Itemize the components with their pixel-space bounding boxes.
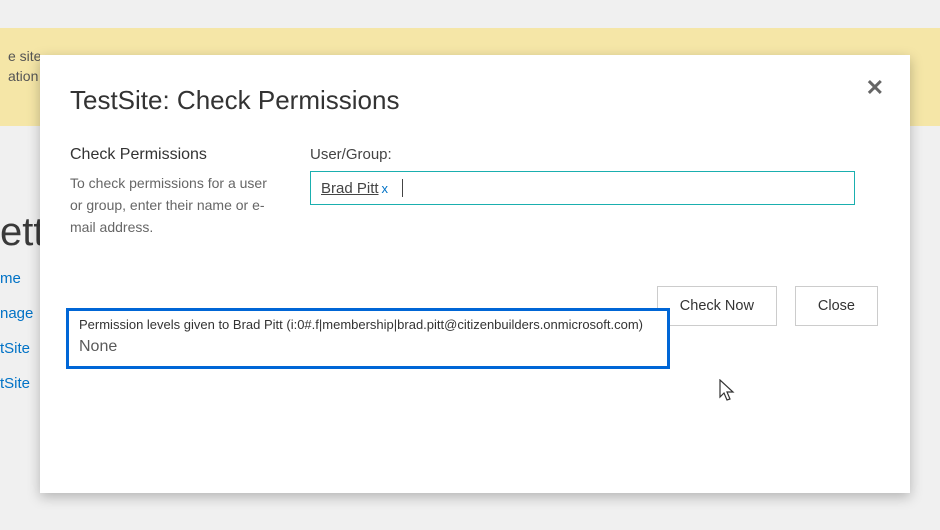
result-value: None [79, 338, 657, 356]
result-heading: Permission levels given to Brad Pitt (i:… [79, 317, 657, 332]
user-group-label: User/Group: [310, 146, 880, 163]
check-now-button[interactable]: Check Now [657, 286, 777, 326]
permission-results-box: Permission levels given to Brad Pitt (i:… [66, 308, 670, 369]
user-group-input[interactable]: Brad Pitt x [310, 171, 855, 205]
dialog-form-column: User/Group: Brad Pitt x [310, 146, 880, 238]
close-icon[interactable]: ✕ [866, 77, 884, 99]
remove-entity-icon[interactable]: x [382, 181, 389, 196]
picker-entity[interactable]: Brad Pitt [321, 180, 379, 197]
dialog-content: Check Permissions To check permissions f… [70, 146, 880, 238]
close-button[interactable]: Close [795, 286, 878, 326]
mouse-cursor-icon [719, 379, 737, 403]
text-caret [402, 179, 403, 197]
dialog-description-column: Check Permissions To check permissions f… [70, 146, 270, 238]
dialog-title: TestSite: Check Permissions [70, 85, 880, 116]
section-heading: Check Permissions [70, 146, 270, 164]
section-description: To check permissions for a user or group… [70, 172, 270, 238]
check-permissions-dialog: ✕ TestSite: Check Permissions Check Perm… [40, 55, 910, 493]
modal-overlay: ✕ TestSite: Check Permissions Check Perm… [0, 0, 940, 530]
